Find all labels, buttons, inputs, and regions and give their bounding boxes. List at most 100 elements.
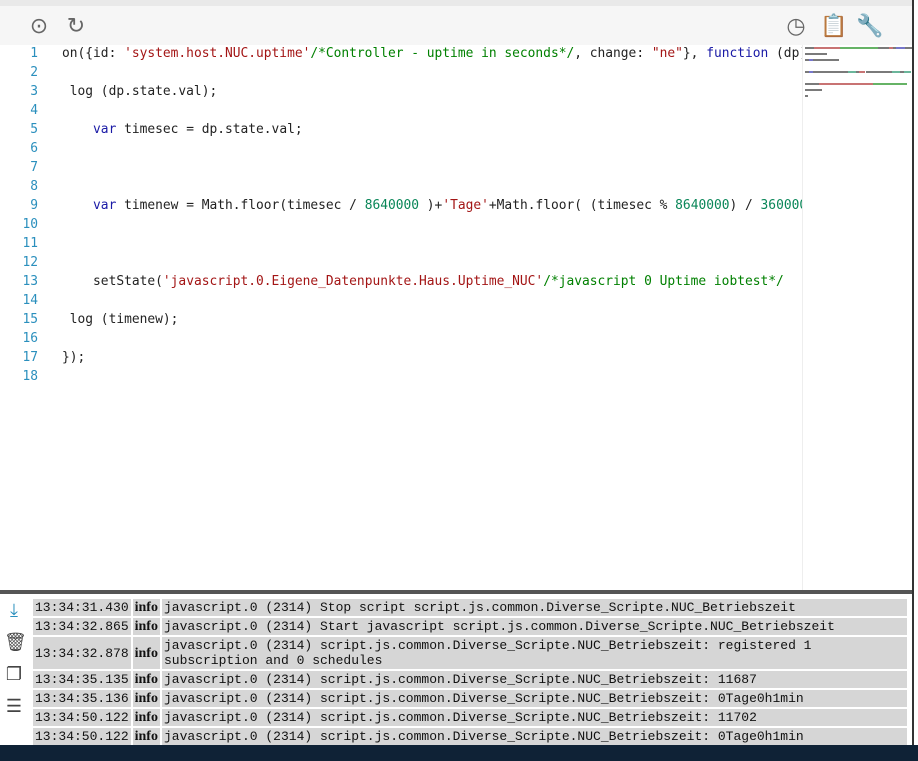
line-number: 8 [30, 179, 38, 194]
log-time: 13:34:35.136 [33, 690, 131, 707]
log-time: 13:34:31.430 [33, 599, 131, 616]
line-number: 14 [22, 293, 38, 308]
line-number: 6 [30, 141, 38, 156]
code-editor[interactable]: 1 on({id: 'system.host.NUC.uptime'/*Contr… [0, 45, 913, 590]
log-message: javascript.0 (2314) script.js.common.Div… [161, 637, 907, 669]
code-token: on({id: [62, 46, 125, 61]
window-border [912, 0, 914, 745]
log-message: javascript.0 (2314) script.js.common.Div… [161, 671, 907, 688]
code-token: , change: [574, 46, 652, 61]
log-severity: info [132, 690, 160, 707]
minimap-mark [891, 71, 900, 73]
log-row: 13:34:50.122 info javascript.0 (2314) scri… [33, 728, 907, 745]
log-time: 13:34:50.122 [33, 728, 131, 745]
minimap-mark [904, 71, 911, 73]
code-token: 'Tage' [442, 198, 489, 213]
log-row: 13:34:50.122 info javascript.0 (2314) scri… [33, 709, 907, 726]
log-severity: info [132, 709, 160, 726]
minimap-mark [865, 71, 892, 73]
minimap[interactable] [802, 45, 913, 590]
code-token: (dp) { [776, 46, 802, 61]
minimap-mark [840, 47, 878, 49]
wrench-icon[interactable]: 🔧 [856, 14, 883, 38]
code-token: log (dp.state.val); [62, 84, 218, 99]
line-number: 4 [30, 103, 38, 118]
line-number: 2 [30, 65, 38, 80]
line-number: 9 [30, 198, 38, 213]
reload-icon[interactable]: ↻ [64, 14, 88, 38]
line-number: 13 [22, 274, 38, 289]
log-severity: info [132, 671, 160, 688]
clipboard-icon[interactable]: 📋 [820, 14, 847, 38]
code-token: }); [62, 350, 86, 365]
log-message: javascript.0 (2314) Start javascript scr… [161, 618, 907, 635]
code-token: /*Controller - uptime in seconds*/ [310, 46, 575, 61]
minimap-mark [873, 83, 908, 85]
code-token: setState( [62, 274, 163, 289]
locate-icon[interactable]: ⊙ [27, 14, 51, 38]
code-token: )+ [419, 198, 443, 213]
code-token: "ne" [651, 46, 683, 61]
code-token: 360000 [760, 198, 802, 213]
log-message: javascript.0 (2314) script.js.common.Div… [161, 728, 907, 745]
code-token: 8640000 [675, 198, 730, 213]
code-line[interactable]: var timenew = Math.floor(timesec / 86400… [62, 198, 802, 213]
code-token: timenew = Math.floor(timesec / [116, 198, 365, 213]
code-line[interactable]: log (timenew); [62, 312, 802, 327]
code-line[interactable]: on({id: 'system.host.NUC.uptime'/*Contro… [62, 46, 802, 61]
minimap-mark [805, 89, 822, 91]
taskbar [0, 745, 918, 761]
log-severity: info [132, 728, 160, 745]
copy-icon[interactable]: ❐ [4, 664, 24, 685]
code-line[interactable]: }); [62, 350, 802, 365]
minimap-mark [805, 95, 809, 97]
layout-icon[interactable]: ☰ [4, 696, 24, 717]
minimap-mark [812, 59, 840, 61]
code-token: var [93, 198, 117, 213]
minimap-mark [847, 71, 856, 73]
code-line[interactable]: var timesec = dp.state.val; [62, 122, 802, 137]
log-message: javascript.0 (2314) Stop script script.j… [161, 599, 907, 616]
code-line[interactable]: log (dp.state.val); [62, 84, 802, 99]
log-time: 13:34:32.865 [33, 618, 131, 635]
code-token: var [93, 122, 117, 137]
line-number: 7 [30, 160, 38, 175]
minimap-mark [805, 83, 820, 85]
log-table: 13:34:31.430 info javascript.0 (2314) Stop… [31, 597, 909, 747]
minimap-mark [877, 47, 889, 49]
code-token: function [706, 46, 769, 61]
code-line[interactable]: setState('javascript.0.Eigene_Datenpunkt… [62, 274, 802, 289]
code-token: 'javascript.0.Eigene_Datenpunkte.Haus.Up… [162, 274, 544, 289]
code-token: log (timenew); [62, 312, 179, 327]
log-panel: ⤓ 🗑 ❐ ☰ 13:34:31.430 info javascript.0 (23… [0, 590, 912, 749]
log-time: 13:34:35.135 [33, 671, 131, 688]
line-number: 17 [22, 350, 38, 365]
log-severity: info [132, 618, 160, 635]
code-token: /*javascript 0 Uptime iobtest*/ [543, 274, 784, 289]
code-token: ) / [729, 198, 761, 213]
log-row: 13:34:32.865 info javascript.0 (2314) Star… [33, 618, 907, 635]
log-severity: info [132, 637, 160, 669]
minimap-mark [813, 47, 841, 49]
minimap-mark [896, 47, 906, 49]
log-message: javascript.0 (2314) script.js.common.Div… [161, 709, 907, 726]
code-token: }, [682, 46, 707, 61]
minimap-mark [858, 71, 866, 73]
code-token: +Math.floor( (timesec % [488, 198, 676, 213]
minimap-mark [812, 71, 848, 73]
line-number: 5 [30, 122, 38, 137]
scroll-down-icon[interactable]: ⤓ [4, 600, 24, 621]
line-number: 16 [22, 331, 38, 346]
line-number: 11 [22, 236, 38, 251]
log-row: 13:34:31.430 info javascript.0 (2314) Stop… [33, 599, 907, 616]
delete-icon[interactable]: 🗑 [4, 632, 27, 653]
log-time: 13:34:32.878 [33, 637, 131, 669]
line-number: 10 [22, 217, 38, 232]
clock-icon[interactable]: ◷ [784, 14, 808, 38]
minimap-mark [805, 53, 827, 55]
line-number: 15 [22, 312, 38, 327]
log-row: 13:34:35.135 info javascript.0 (2314) scri… [33, 671, 907, 688]
minimap-mark [819, 83, 874, 85]
log-row: 13:34:35.136 info javascript.0 (2314) scri… [33, 690, 907, 707]
